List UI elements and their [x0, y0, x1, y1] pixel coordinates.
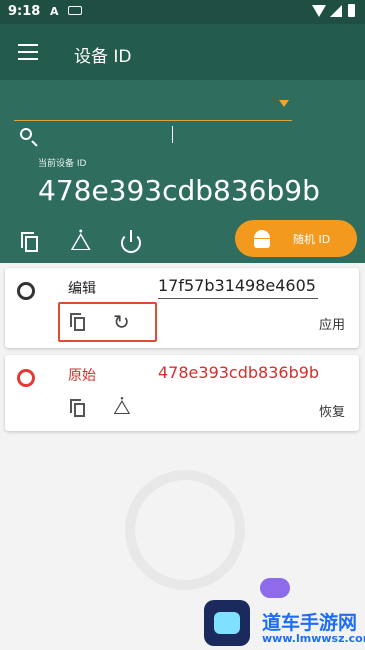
random-id-button[interactable]: 随机 ID [235, 220, 357, 257]
device-id-panel: 当前设备 ID 478e393cdb836b9b ⧊ 随机 ID [0, 80, 365, 263]
dropdown-arrow-icon[interactable] [279, 100, 289, 107]
menu-icon[interactable] [18, 44, 38, 60]
search-input[interactable] [46, 124, 186, 146]
original-id: 478e393cdb836b9b [158, 363, 320, 382]
current-id-label: 当前设备 ID [38, 159, 87, 169]
random-id-label: 随机 ID [293, 233, 331, 246]
status-bar: 9:18 A [0, 0, 365, 24]
watermark-logo [125, 470, 245, 590]
refresh-icon[interactable]: ↻ [113, 310, 130, 334]
brand-watermark: 道车手游网 www.lmwwsz.com [204, 578, 365, 648]
copy-icon[interactable] [19, 230, 43, 254]
original-radio[interactable] [17, 369, 35, 387]
copy-icon[interactable] [69, 398, 89, 420]
page-title: 设备 ID [74, 47, 132, 67]
restore-button[interactable]: 恢复 [319, 401, 345, 420]
original-card: 原始 478e393cdb836b9b ⧊ 恢复 [5, 355, 359, 431]
edit-id-underline [158, 298, 318, 299]
edit-card: 编辑 17f57b31498e4605 ↻ 应用 [5, 268, 359, 348]
copy-icon[interactable] [69, 312, 89, 334]
gamepad-icon [260, 578, 290, 598]
edit-id-field[interactable]: 17f57b31498e4605 [158, 276, 316, 295]
brand-site: www.lmwwsz.com [262, 632, 365, 645]
dropdown-underline [14, 120, 292, 121]
original-label: 原始 [68, 368, 96, 384]
brand-logo [204, 600, 250, 646]
edit-label: 编辑 [68, 281, 96, 297]
text-cursor [172, 126, 173, 143]
apply-button[interactable]: 应用 [319, 314, 345, 333]
wifi-icon [312, 5, 326, 17]
search-icon [20, 128, 32, 140]
share-icon[interactable]: ⧊ [70, 230, 94, 254]
status-time: 9:18 [8, 4, 41, 19]
current-device-id: 478e393cdb836b9b [38, 174, 320, 207]
brand-name: 道车手游网 [262, 612, 358, 634]
keyboard-icon [68, 6, 82, 15]
power-icon[interactable] [120, 230, 144, 254]
battery-icon [348, 4, 355, 17]
notification-a-icon: A [50, 5, 59, 18]
signal-icon [330, 5, 342, 17]
android-icon [254, 230, 270, 248]
edit-radio[interactable] [17, 282, 35, 300]
app-bar: 设备 ID [0, 24, 365, 80]
share-icon[interactable]: ⧊ [113, 395, 131, 419]
